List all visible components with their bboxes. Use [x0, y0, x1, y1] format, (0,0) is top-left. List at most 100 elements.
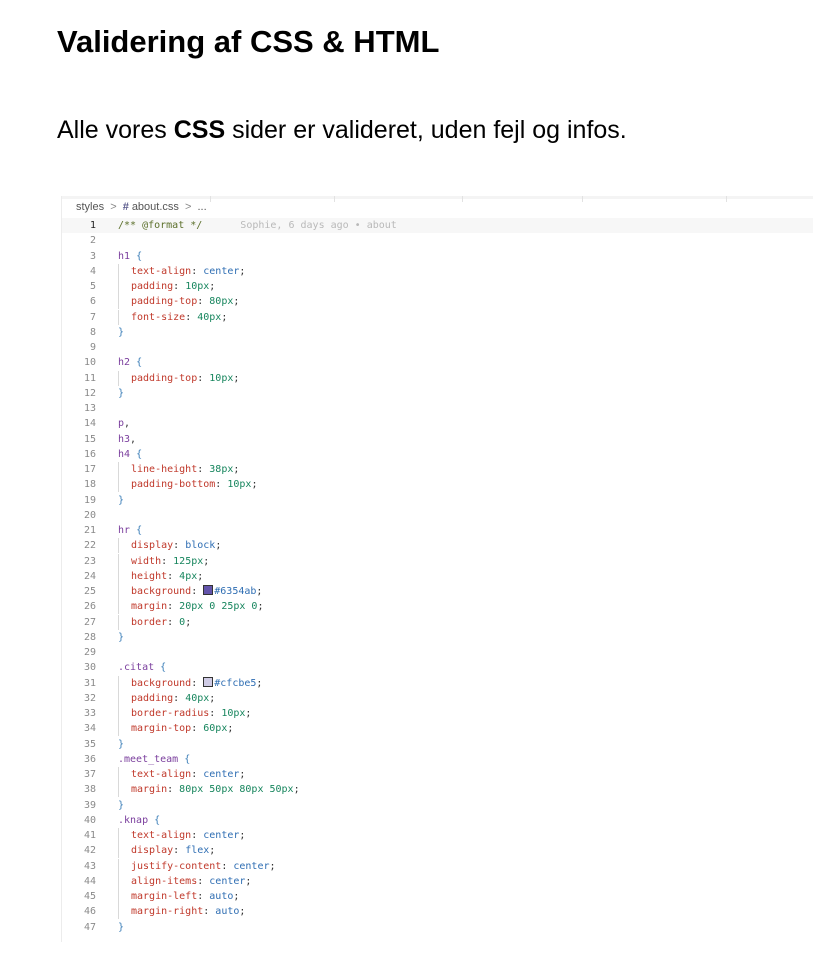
code-line[interactable]: 31 background: #cfcbe5;	[62, 675, 813, 691]
breadcrumb-file[interactable]: about.css	[132, 201, 179, 213]
line-number: 17	[83, 464, 96, 475]
code-text: text-align: center;	[118, 828, 245, 843]
code-line[interactable]: 17 line-height: 38px;	[62, 462, 813, 477]
code-token: ;	[257, 601, 264, 613]
code-token: border-radius	[131, 708, 210, 719]
code-line[interactable]: 18 padding-bottom: 10px;	[62, 477, 813, 493]
code-line[interactable]: 44 align-items: center;	[62, 873, 813, 889]
code-token: 10px	[221, 708, 246, 719]
code-token: :	[173, 692, 186, 704]
code-text: border: 0;	[118, 614, 191, 630]
code-token: :	[167, 601, 180, 613]
code-token: #cfcbe5	[214, 677, 257, 689]
code-token: }	[118, 799, 125, 811]
code-line[interactable]: 6 padding-top: 80px;	[62, 294, 813, 310]
code-token: ;	[233, 296, 240, 308]
code-line[interactable]: 4 text-align: center;	[62, 263, 813, 279]
code-area[interactable]: 1 /** @format */ Sophie, 6 days ago • abou…	[62, 218, 813, 935]
code-line[interactable]: 33 border-radius: 10px;	[62, 706, 813, 721]
code-line[interactable]: 25 background: #6354ab;	[62, 584, 813, 599]
code-editor-screenshot: styles > # about.css > ... 1 /** @format *…	[61, 196, 813, 942]
code-line[interactable]: 21 hr {	[62, 523, 813, 538]
code-line[interactable]: 45 margin-left: auto;	[62, 889, 813, 904]
line-number: 23	[83, 555, 96, 567]
code-line[interactable]: 38 margin: 80px 50px 80px 50px;	[62, 782, 813, 798]
code-line[interactable]: 27 border: 0;	[62, 614, 813, 630]
code-line[interactable]: 10 h2 {	[62, 355, 813, 370]
code-line[interactable]: 14 p,	[62, 416, 813, 431]
code-line[interactable]: 13	[62, 401, 813, 416]
code-line[interactable]: 23 width: 125px;	[62, 553, 813, 569]
code-line[interactable]: 7 font-size: 40px;	[62, 309, 813, 325]
indent-guide	[118, 858, 131, 874]
code-token: }	[118, 494, 125, 506]
code-line[interactable]: 41 text-align: center;	[62, 828, 813, 843]
breadcrumb-more[interactable]: ...	[197, 201, 206, 213]
git-blame-annotation: Sophie, 6 days ago • about	[240, 220, 397, 231]
code-line[interactable]: 35}	[62, 737, 813, 752]
code-token: 20px 0 25px 0	[179, 601, 258, 613]
code-token: /** @format */	[118, 220, 203, 231]
code-line[interactable]: 43 justify-content: center;	[62, 858, 813, 874]
code-line[interactable]: 12}	[62, 386, 813, 401]
code-token: 40px	[185, 692, 210, 704]
code-token: auto	[209, 891, 234, 902]
line-number: 19	[83, 494, 96, 506]
code-token: font-size	[131, 311, 186, 323]
code-line[interactable]: 20	[62, 508, 813, 523]
color-swatch-icon[interactable]	[203, 585, 214, 595]
code-token: 10px	[227, 479, 252, 491]
code-line[interactable]: 3 h1 {	[62, 249, 813, 264]
code-line[interactable]: 30 .citat {	[62, 660, 813, 675]
intro-text-after: sider er valideret, uden fejl og infos.	[225, 116, 627, 144]
code-token: :	[197, 296, 210, 308]
code-line[interactable]: 16 h4 {	[62, 447, 813, 462]
breadcrumb-folder[interactable]: styles	[76, 201, 104, 213]
line-number: 6	[89, 296, 96, 308]
code-line[interactable]: 36 .meet_team {	[62, 752, 813, 767]
code-line[interactable]: 26 margin: 20px 0 25px 0;	[62, 599, 813, 615]
code-token: margin	[131, 601, 168, 613]
code-text: h1 {	[118, 249, 142, 264]
code-text: font-size: 40px;	[118, 309, 227, 325]
color-swatch-icon[interactable]	[203, 676, 214, 687]
line-number: 18	[83, 479, 96, 491]
code-line[interactable]: 15 h3,	[62, 432, 813, 447]
code-line[interactable]: 19}	[62, 493, 813, 508]
code-text: }	[118, 737, 124, 752]
code-line[interactable]: 1 /** @format */ Sophie, 6 days ago • abou…	[62, 218, 813, 234]
code-token: .knap	[118, 814, 155, 826]
code-line[interactable]: 11 padding-top: 10px;	[62, 370, 813, 386]
indent-guide	[118, 889, 131, 904]
code-line[interactable]: 34 margin-top: 60px;	[62, 721, 813, 737]
line-number: 5	[89, 281, 96, 292]
code-token: ,	[130, 433, 137, 445]
code-line[interactable]: 28}	[62, 630, 813, 645]
line-number: 10	[83, 357, 96, 369]
code-line[interactable]: 9	[62, 340, 813, 355]
line-number: 30	[83, 662, 96, 674]
line-number: 45	[83, 891, 96, 902]
code-text: padding: 10px;	[118, 279, 215, 294]
code-token: ;	[233, 372, 240, 384]
code-line[interactable]: 2	[62, 233, 813, 248]
code-line[interactable]: 5 padding: 10px;	[62, 279, 813, 294]
indent-guide	[118, 370, 131, 386]
code-line[interactable]: 40 .knap {	[62, 813, 813, 828]
code-token: padding-top	[131, 296, 198, 308]
code-token: padding	[131, 692, 174, 704]
line-number: 46	[83, 906, 96, 918]
code-token: :	[191, 830, 204, 841]
code-line[interactable]: 46 margin-right: auto;	[62, 904, 813, 920]
code-line[interactable]: 24 height: 4px;	[62, 568, 813, 584]
code-line[interactable]: 8}	[62, 325, 813, 340]
code-line[interactable]: 29	[62, 645, 813, 660]
code-line[interactable]: 37 text-align: center;	[62, 767, 813, 782]
code-line[interactable]: 32 padding: 40px;	[62, 690, 813, 706]
code-text: line-height: 38px;	[118, 462, 239, 477]
code-line[interactable]: 42 display: flex;	[62, 843, 813, 859]
code-line[interactable]: 39}	[62, 798, 813, 813]
code-line[interactable]: 47}	[62, 920, 813, 935]
code-token: .meet_team	[118, 753, 185, 765]
code-line[interactable]: 22 display: block;	[62, 538, 813, 554]
